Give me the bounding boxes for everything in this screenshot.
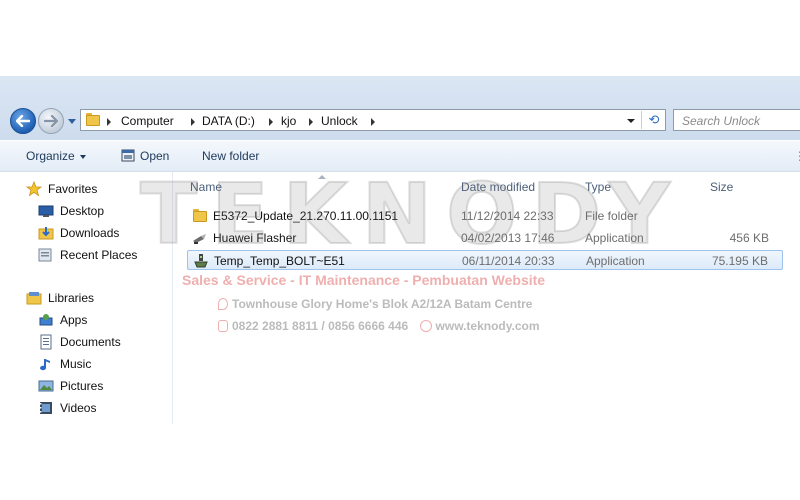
sort-indicator-icon <box>318 175 326 179</box>
breadcrumb-separator-icon[interactable] <box>269 118 273 126</box>
file-size: 456 KB <box>729 231 769 245</box>
breadcrumb-separator-icon[interactable] <box>191 118 195 126</box>
breadcrumb-separator-icon[interactable] <box>371 118 375 126</box>
sidebar-item-label: Videos <box>60 401 97 415</box>
file-date: 06/11/2014 20:33 <box>462 254 555 268</box>
pictures-icon <box>38 378 54 394</box>
forward-arrow-icon <box>44 115 58 127</box>
sidebar-item-label: Documents <box>60 335 121 349</box>
column-header-name[interactable]: Name <box>190 180 222 194</box>
folder-icon <box>85 112 101 128</box>
refresh-icon[interactable]: ⟲ <box>641 111 666 129</box>
sidebar-item-label: Desktop <box>60 204 105 218</box>
sidebar-item-label: Libraries <box>48 291 95 305</box>
downloads-icon <box>38 225 54 241</box>
column-header-type[interactable]: Type <box>585 180 611 194</box>
chevron-down-icon <box>79 154 86 159</box>
sidebar-item-music[interactable]: Music <box>38 355 91 373</box>
column-header-size[interactable]: Size <box>710 180 733 194</box>
open-label: Open <box>140 149 170 163</box>
breadcrumb-separator-icon[interactable] <box>107 118 111 126</box>
new-folder-button[interactable]: New folder <box>202 149 259 163</box>
file-date: 11/12/2014 22:33 <box>461 209 554 223</box>
documents-icon <box>38 334 54 350</box>
table-row[interactable]: E5372_Update_21.270.11.00.1151 11/12/201… <box>187 206 783 226</box>
address-dropdown-icon[interactable] <box>627 119 635 123</box>
breadcrumb-separator-icon[interactable] <box>309 118 313 126</box>
sidebar-item-apps[interactable]: Apps <box>38 311 87 329</box>
column-header-date[interactable]: Date modified <box>461 180 535 194</box>
command-toolbar: Organize Open New folder ⋮ <box>0 140 800 172</box>
organize-button[interactable]: Organize <box>26 149 86 163</box>
file-size: 75.195 KB <box>711 254 768 268</box>
apps-icon <box>38 312 54 328</box>
table-row[interactable]: Huawei Flasher 04/02/2013 17:46 Applicat… <box>187 228 783 248</box>
desktop-icon <box>38 203 54 219</box>
sidebar-item-downloads[interactable]: Downloads <box>38 224 119 242</box>
recent-places-icon <box>38 247 54 263</box>
table-row[interactable]: Temp_Temp_BOLT~E51 06/11/2014 20:33 Appl… <box>187 250 783 270</box>
search-placeholder: Search Unlock <box>682 114 761 128</box>
sidebar-item-label: Apps <box>60 313 88 327</box>
star-icon <box>25 180 43 197</box>
file-type: Application <box>585 231 644 245</box>
file-name: E5372_Update_21.270.11.00.1151 <box>213 209 399 223</box>
folder-icon <box>192 208 208 224</box>
explorer-window: Computer DATA (D:) kjo Unlock ⟲ Search U… <box>0 76 800 424</box>
forward-button[interactable] <box>38 108 64 134</box>
open-button[interactable]: Open <box>121 149 169 163</box>
organize-label: Organize <box>26 149 75 163</box>
videos-icon <box>38 400 54 416</box>
sidebar-item-desktop[interactable]: Desktop <box>38 202 104 220</box>
address-bar[interactable]: Computer DATA (D:) kjo Unlock ⟲ <box>80 109 666 131</box>
file-date: 04/02/2013 17:46 <box>461 231 555 245</box>
sidebar-item-pictures[interactable]: Pictures <box>38 377 103 395</box>
sidebar-item-label: Downloads <box>60 226 120 240</box>
breadcrumb-data-drive[interactable]: DATA (D:) <box>202 114 255 128</box>
file-name: Huawei Flasher <box>213 231 297 245</box>
libraries-icon <box>26 290 42 306</box>
file-type: File folder <box>585 209 638 223</box>
back-arrow-icon <box>16 115 30 127</box>
sidebar-item-libraries[interactable]: Libraries <box>26 289 94 307</box>
music-icon <box>38 356 54 372</box>
sidebar-item-label: Recent Places <box>60 248 138 262</box>
navigation-bar: Computer DATA (D:) kjo Unlock ⟲ Search U… <box>0 76 800 140</box>
sidebar-item-recent-places[interactable]: Recent Places <box>38 246 137 264</box>
breadcrumb-computer[interactable]: Computer <box>121 114 174 128</box>
sidebar-item-videos[interactable]: Videos <box>38 399 96 417</box>
file-list: Name Date modified Type Size E5372_Updat… <box>173 172 800 424</box>
search-input[interactable]: Search Unlock <box>673 109 800 131</box>
sidebar-item-label: Pictures <box>60 379 104 393</box>
breadcrumb-kjo[interactable]: kjo <box>281 114 296 128</box>
open-icon <box>121 149 135 162</box>
toolbar-overflow-icon[interactable]: ⋮ <box>794 149 800 163</box>
sidebar-item-label: Music <box>60 357 92 371</box>
sidebar-item-documents[interactable]: Documents <box>38 333 121 351</box>
application-icon <box>193 253 209 269</box>
application-icon <box>192 230 208 246</box>
recent-pages-dropdown[interactable] <box>67 116 77 126</box>
sidebar-item-label: Favorites <box>48 182 98 196</box>
back-button[interactable] <box>10 108 36 134</box>
sidebar-item-favorites[interactable]: Favorites <box>25 180 98 198</box>
file-type: Application <box>586 254 645 268</box>
breadcrumb-unlock[interactable]: Unlock <box>321 114 358 128</box>
navigation-pane: Favorites Desktop Downloads Recent Place… <box>0 172 172 424</box>
file-name: Temp_Temp_BOLT~E51 <box>214 254 345 268</box>
